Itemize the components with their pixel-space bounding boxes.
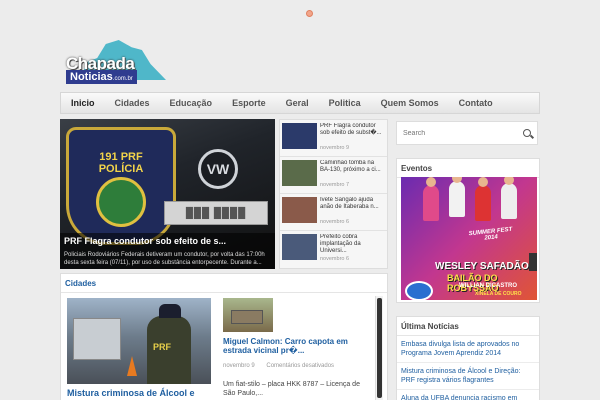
license-plate: ███ ████ [164, 201, 268, 225]
nav-item-educacao[interactable]: Educação [160, 93, 223, 113]
traffic-cone-shape [127, 356, 137, 376]
cidades-scrollbar[interactable] [375, 296, 383, 400]
latest-news-link[interactable]: Mistura criminosa de Álcool e Direção: P… [397, 363, 539, 390]
poster-sponsor-logo [405, 281, 433, 300]
slider-news-list: PRF Flagra condutor sob efeito de subst�… [279, 119, 388, 269]
poster-person [449, 177, 465, 217]
ultimas-noticias-widget: Última Notícias Embasa divulga lista de … [396, 316, 540, 400]
news-thumbnail[interactable] [282, 197, 317, 223]
news-thumbnail[interactable] [282, 160, 317, 186]
news-date: novembro 7 [320, 182, 350, 188]
latest-news-link[interactable]: Aluna da UFBA denuncia racismo em [397, 390, 539, 400]
latest-news-link[interactable]: Embasa divulga lista de aprovados no Pro… [397, 336, 539, 363]
cidades-side-meta: novembro 9 Comentários desativados [223, 363, 334, 370]
nav-item-inicio[interactable]: Inicio [61, 93, 105, 113]
news-title[interactable]: Prefeito cobra implantação da Universi..… [320, 234, 385, 255]
poster-artist-4: XINELA DE COURO [475, 291, 522, 297]
search-input[interactable] [403, 129, 513, 137]
featured-slider[interactable]: 191 PRF POLÍCIA VW ███ ████ PRF Flagra c… [60, 119, 275, 269]
list-item[interactable]: PRF Flagra condutor sob efeito de subst�… [280, 120, 387, 157]
cidades-main-title[interactable]: Mistura criminosa de Álcool e [67, 388, 217, 399]
scrollbar-thumb[interactable] [377, 298, 382, 398]
officer-cap-shape [159, 304, 181, 318]
cidades-side-image[interactable] [223, 298, 273, 332]
cidades-section: Cidades PRF Mistura criminosa de Álcool … [60, 273, 388, 400]
truck-shape [73, 318, 121, 360]
news-title[interactable]: Caminhão tomba na BA-130, próximo a ci..… [320, 160, 385, 181]
post-date: novembro 9 [223, 363, 255, 369]
officer-prf-label: PRF [153, 342, 171, 352]
search-box [396, 121, 538, 145]
logo-text-noticias: Noticias.com.br [66, 70, 137, 84]
cidades-main-image[interactable]: PRF [67, 298, 211, 384]
cidades-side-excerpt: Um fiat-stilo – placa HKK 8787 – Licença… [223, 381, 360, 397]
news-date: novembro 6 [320, 256, 350, 262]
list-item[interactable]: Caminhão tomba na BA-130, próximo a ci..… [280, 157, 387, 194]
top-decorative-dot [306, 10, 313, 17]
comments-status: Comentários desativados [266, 363, 335, 369]
news-title[interactable]: PRF Flagra condutor sob efeito de subst�… [320, 123, 385, 144]
list-item[interactable]: Ivete Sangalo ajuda anão de Itaberaba n.… [280, 194, 387, 231]
poster-headliner: WESLEY SAFADÃO [435, 261, 529, 272]
poster-fest-title: SUMMER FEST 2014 [468, 226, 513, 242]
poster-person [501, 177, 517, 219]
section-title-cidades[interactable]: Cidades [61, 274, 387, 293]
badge-emblem [96, 177, 146, 227]
news-thumbnail[interactable] [282, 123, 317, 149]
nav-item-geral[interactable]: Geral [276, 93, 319, 113]
nav-item-esporte[interactable]: Esporte [222, 93, 276, 113]
main-nav: Inicio Cidades Educação Esporte Geral Po… [60, 92, 540, 114]
event-poster[interactable]: SUMMER FEST 2014 WESLEY SAFADÃO BAILÃO DO… [401, 177, 537, 300]
poster-person [475, 177, 491, 221]
slider-excerpt: Policiais Rodoviários Federais detiveram… [64, 252, 265, 266]
widget-title-ultimas: Última Notícias [397, 317, 539, 336]
news-date: novembro 9 [320, 145, 350, 151]
car-logo-icon: VW [198, 149, 238, 189]
news-date: novembro 6 [320, 219, 350, 225]
nav-item-politica[interactable]: Politica [319, 93, 371, 113]
list-item[interactable]: Prefeito cobra implantação da Universi..… [280, 231, 387, 268]
nav-item-quem-somos[interactable]: Quem Somos [371, 93, 449, 113]
slider-title[interactable]: PRF Flagra condutor sob efeito de s... [64, 236, 271, 247]
badge-text: 191 PRF POLÍCIA [98, 151, 144, 175]
nav-item-contato[interactable]: Contato [449, 93, 503, 113]
search-icon[interactable] [523, 129, 531, 137]
cidades-side-title[interactable]: Miguel Calmon: Carro capota em estrada v… [223, 337, 373, 355]
news-thumbnail[interactable] [282, 234, 317, 260]
eventos-widget: Eventos SUMMER FEST 2014 WESLEY SAFADÃO B… [396, 158, 540, 303]
nav-item-cidades[interactable]: Cidades [105, 93, 160, 113]
news-title[interactable]: Ivete Sangalo ajuda anão de Itaberaba n.… [320, 197, 385, 218]
site-logo[interactable]: Chapada Noticias.com.br [62, 40, 166, 84]
poster-person [423, 177, 439, 221]
widget-title-eventos: Eventos [397, 159, 539, 178]
slider-caption: PRF Flagra condutor sob efeito de s... P… [60, 233, 275, 269]
poster-artist-3: WILLIAN DICASTRO [459, 283, 517, 289]
poster-next-arrow-icon[interactable] [529, 253, 537, 271]
